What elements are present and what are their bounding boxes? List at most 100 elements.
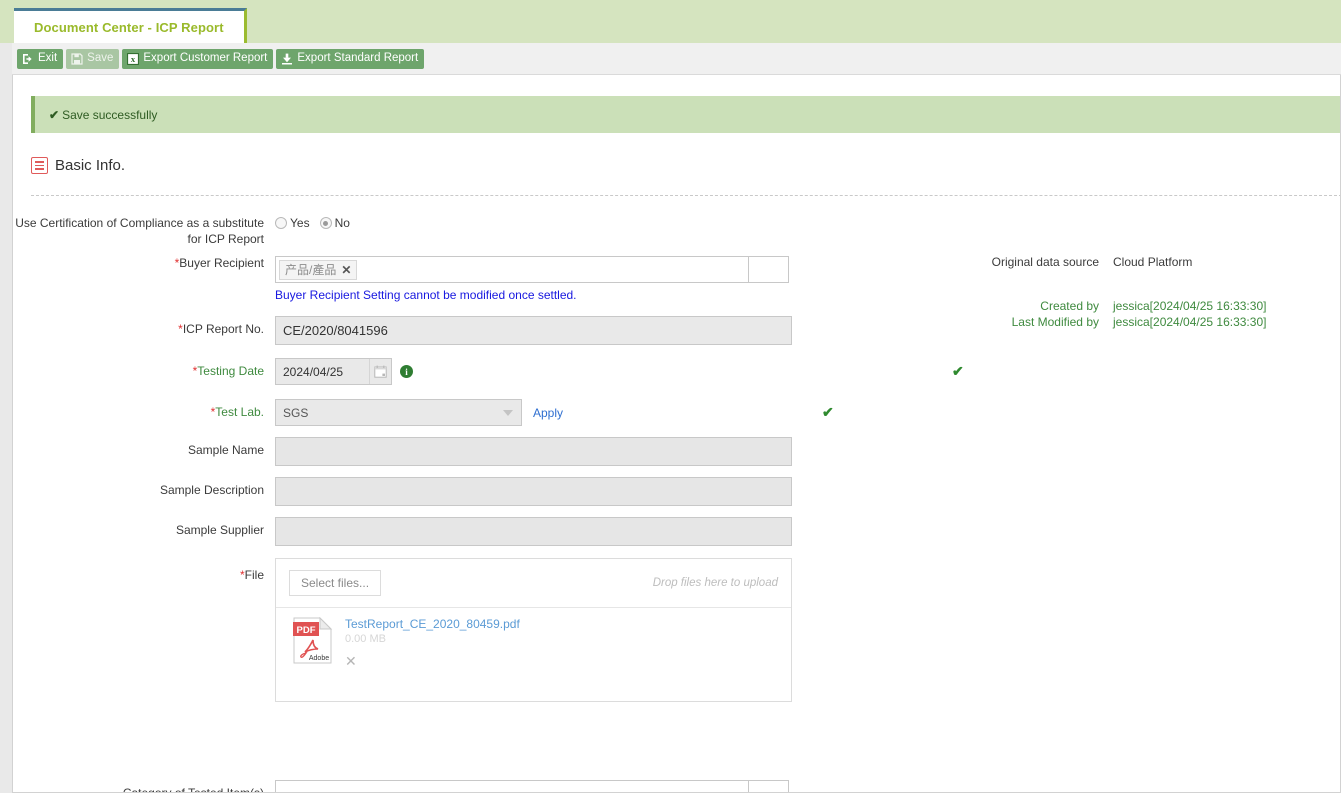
radio-option-yes[interactable]: Yes — [275, 216, 310, 230]
buyer-recipient-label-text: Buyer Recipient — [179, 256, 264, 270]
file-list: PDF Adobe TestReport_CE_2020_80459.pdf 0… — [276, 608, 791, 701]
save-success-alert: ✔ Save successfully — [31, 96, 1340, 133]
svg-text:PDF: PDF — [297, 625, 316, 636]
row-last-modified-by: Last Modified by jessica[2024/04/25 16:3… — [973, 315, 1303, 329]
floppy-disk-icon — [71, 52, 83, 65]
coc-substitute-label: Use Certification of Compliance as a sub… — [15, 216, 264, 246]
testing-date-input[interactable]: 2024/04/25 — [275, 358, 392, 385]
section-divider — [31, 195, 1340, 196]
sample-supplier-label: Sample Supplier — [175, 523, 264, 537]
file-remove-icon[interactable]: ✕ — [345, 653, 357, 670]
alert-message: Save successfully — [62, 107, 158, 122]
testing-date-label-text: Testing Date — [197, 364, 264, 378]
check-icon: ✔ — [49, 107, 60, 122]
row-category-of-tested-items: Category of Tested Item(s) — [13, 780, 789, 792]
icp-report-no-label: *ICP Report No. — [13, 316, 275, 337]
radio-no-label: No — [334, 216, 350, 230]
tab-strip: Document Center - ICP Report — [0, 0, 1341, 43]
basic-info-section-header: Basic Info. — [31, 157, 125, 174]
testing-date-value: 2024/04/25 — [283, 364, 344, 379]
export-standard-report-label: Export Standard Report — [297, 51, 419, 64]
icp-report-no-input[interactable] — [275, 316, 792, 345]
tab-document-center-icp-report[interactable]: Document Center - ICP Report — [14, 8, 247, 43]
row-original-data-source: Original data source Cloud Platform — [973, 255, 1303, 269]
file-item: TestReport_CE_2020_80459.pdf 0.00 MB ✕ — [345, 617, 520, 687]
save-label: Save — [87, 51, 114, 64]
exit-label: Exit — [38, 51, 58, 64]
row-sample-supplier: Sample Supplier — [13, 517, 792, 546]
sample-description-input[interactable] — [275, 477, 792, 506]
file-label-text: File — [244, 568, 264, 582]
info-icon[interactable]: i — [400, 365, 413, 378]
buyer-recipient-label: *Buyer Recipient — [13, 256, 275, 271]
pdf-file-icon: PDF Adobe — [293, 616, 333, 664]
category-of-tested-items-input[interactable] — [275, 780, 749, 792]
meta-spacer — [973, 271, 1303, 299]
select-files-button[interactable]: Select files... — [289, 570, 382, 596]
radio-yes-input[interactable] — [275, 217, 287, 229]
test-lab-valid-icon: ✔ — [822, 404, 834, 420]
category-picker-button[interactable] — [749, 780, 789, 792]
file-uploader: Select files... Drop files here to uploa… — [275, 558, 792, 702]
buyer-recipient-hint: Buyer Recipient Setting cannot be modifi… — [275, 288, 577, 302]
export-customer-report-label: Export Customer Report — [143, 51, 268, 64]
last-modified-by-value: jessica[2024/04/25 16:33:30] — [1113, 315, 1267, 329]
export-customer-report-button[interactable]: x Export Customer Report — [122, 48, 274, 69]
apply-link[interactable]: Apply — [533, 406, 563, 420]
buyer-recipient-tag: 产品/產品 ✕ — [279, 259, 358, 280]
list-icon — [31, 157, 48, 174]
row-icp-report-no: *ICP Report No. — [13, 316, 792, 345]
metadata-panel: Original data source Cloud Platform Crea… — [973, 255, 1303, 331]
content-panel: ✔ Save successfully Basic Info. Use Cert… — [12, 75, 1341, 793]
radio-yes-label: Yes — [290, 216, 310, 230]
chevron-down-icon — [503, 409, 513, 416]
export-standard-report-button[interactable]: Export Standard Report — [276, 48, 425, 69]
file-label: *File — [13, 558, 275, 583]
row-testing-date: *Testing Date 2024/04/25 i ✔ — [13, 358, 964, 385]
sample-description-label: Sample Description — [159, 483, 264, 497]
tab-label: Document Center - ICP Report — [34, 19, 224, 35]
buyer-recipient-picker-button[interactable] — [749, 256, 789, 283]
testing-date-valid-icon: ✔ — [952, 363, 964, 379]
exit-button[interactable]: Exit — [17, 48, 64, 69]
file-name-link[interactable]: TestReport_CE_2020_80459.pdf — [345, 617, 520, 631]
sample-name-label: Sample Name — [187, 443, 264, 457]
icp-report-no-field — [275, 316, 792, 345]
file-field: Select files... Drop files here to uploa… — [275, 558, 792, 702]
testing-date-label: *Testing Date — [13, 358, 275, 379]
buyer-recipient-field: 产品/產品 ✕ Buyer Recipient Setting cannot b… — [275, 256, 789, 302]
test-lab-select[interactable]: SGS — [275, 399, 522, 426]
row-coc-substitute: Use Certification of Compliance as a sub… — [13, 215, 356, 247]
created-by-label: Created by — [1040, 299, 1099, 313]
test-lab-label-text: Test Lab. — [215, 405, 264, 419]
sample-name-input[interactable] — [275, 437, 792, 466]
row-created-by: Created by jessica[2024/04/25 16:33:30] — [973, 299, 1303, 313]
last-modified-by-label: Last Modified by — [1011, 315, 1099, 329]
original-data-source-value: Cloud Platform — [1113, 255, 1193, 269]
exit-icon — [22, 53, 34, 65]
file-size: 0.00 MB — [345, 633, 386, 645]
icp-report-no-label-text: ICP Report No. — [182, 322, 264, 336]
category-of-tested-items-field — [275, 780, 789, 792]
tag-label: 产品/產品 — [285, 263, 337, 277]
sample-supplier-field — [275, 517, 792, 546]
save-button[interactable]: Save — [66, 48, 120, 69]
calendar-icon[interactable] — [369, 359, 391, 384]
original-data-source-label: Original data source — [991, 255, 1099, 269]
radio-option-no[interactable]: No — [319, 216, 350, 230]
svg-text:Adobe: Adobe — [309, 655, 329, 662]
tag-remove-icon[interactable]: ✕ — [341, 263, 351, 277]
coc-substitute-field: Yes No — [275, 215, 356, 230]
sample-supplier-input[interactable] — [275, 517, 792, 546]
test-lab-value: SGS — [283, 405, 309, 420]
buyer-recipient-input[interactable]: 产品/產品 ✕ — [275, 256, 749, 283]
sample-description-field — [275, 477, 792, 506]
row-sample-description: Sample Description — [13, 477, 792, 506]
sample-name-field — [275, 437, 792, 466]
download-icon — [281, 53, 293, 65]
file-uploader-header: Select files... Drop files here to uploa… — [276, 559, 791, 608]
row-test-lab: *Test Lab. SGS Apply ✔ — [13, 399, 834, 426]
section-title: Basic Info. — [55, 157, 126, 174]
radio-no-input[interactable] — [319, 217, 332, 229]
testing-date-field: 2024/04/25 i ✔ — [275, 358, 964, 385]
